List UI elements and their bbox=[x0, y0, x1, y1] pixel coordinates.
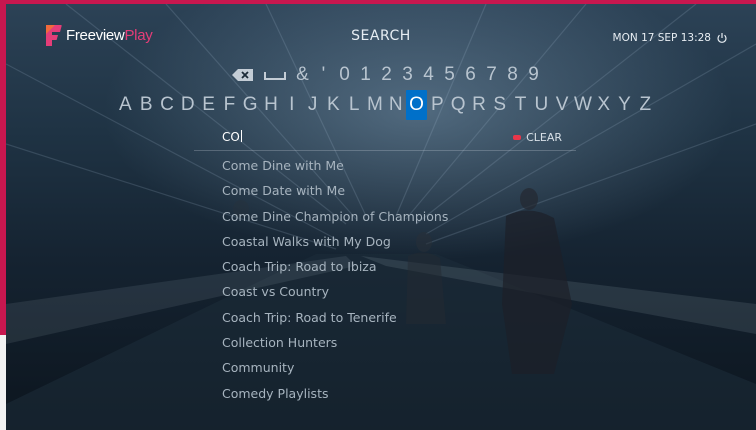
search-result-item[interactable]: Community bbox=[222, 357, 522, 382]
key-e[interactable]: E bbox=[198, 90, 219, 120]
clear-label: CLEAR bbox=[526, 131, 562, 144]
clear-button[interactable]: CLEAR bbox=[513, 131, 562, 144]
key-8[interactable]: 6 bbox=[460, 62, 481, 88]
search-result-item[interactable]: Comedy Playlists bbox=[222, 383, 522, 408]
search-result-item[interactable]: Come Date with Me bbox=[222, 180, 522, 205]
power-icon[interactable] bbox=[716, 32, 728, 44]
keyboard-row-letters: ABCDEFGHIJKLMNOPQRSTUVWXYZ bbox=[115, 89, 656, 121]
screen: FreeviewPlay SEARCH MON 17 SEP 13:28 & '… bbox=[6, 4, 756, 430]
key-7[interactable]: 5 bbox=[439, 62, 460, 88]
key-q[interactable]: Q bbox=[448, 90, 469, 120]
key-l[interactable]: L bbox=[344, 90, 365, 120]
key-o[interactable]: O bbox=[406, 90, 427, 120]
search-result-item[interactable]: Coach Trip: Road to Tenerife bbox=[222, 307, 522, 332]
key-10[interactable]: 8 bbox=[502, 62, 523, 88]
key-a[interactable]: A bbox=[115, 90, 136, 120]
search-query: CO bbox=[222, 130, 240, 144]
search-underline bbox=[194, 150, 576, 151]
clock: MON 17 SEP 13:28 bbox=[613, 32, 728, 44]
space-icon bbox=[264, 72, 286, 80]
key-6[interactable]: 4 bbox=[418, 62, 439, 88]
search-result-item[interactable]: Coast vs Country bbox=[222, 281, 522, 306]
backspace-icon bbox=[232, 69, 253, 81]
key-s[interactable]: S bbox=[489, 90, 510, 120]
search-input[interactable]: CO bbox=[222, 130, 242, 144]
key-u[interactable]: U bbox=[531, 90, 552, 120]
key-g[interactable]: G bbox=[240, 90, 261, 120]
key-f[interactable]: F bbox=[219, 90, 240, 120]
key-2[interactable]: 0 bbox=[334, 62, 355, 88]
space-key[interactable] bbox=[258, 62, 292, 88]
key-h[interactable]: H bbox=[261, 90, 282, 120]
key-1[interactable]: ' bbox=[313, 62, 334, 88]
search-result-item[interactable]: Come Dine Champion of Champions bbox=[222, 206, 522, 231]
key-y[interactable]: Y bbox=[614, 90, 635, 120]
key-r[interactable]: R bbox=[469, 90, 490, 120]
key-v[interactable]: V bbox=[552, 90, 573, 120]
key-n[interactable]: N bbox=[385, 90, 406, 120]
search-result-item[interactable]: Coach Trip: Road to Ibiza bbox=[222, 256, 522, 281]
key-i[interactable]: I bbox=[281, 90, 302, 120]
search-bar: CO CLEAR bbox=[194, 126, 576, 151]
key-z[interactable]: Z bbox=[635, 90, 656, 120]
key-k[interactable]: K bbox=[323, 90, 344, 120]
key-t[interactable]: T bbox=[510, 90, 531, 120]
key-4[interactable]: 2 bbox=[376, 62, 397, 88]
key-9[interactable]: 7 bbox=[481, 62, 502, 88]
key-0[interactable]: & bbox=[292, 62, 313, 88]
top-bar: FreeviewPlay SEARCH MON 17 SEP 13:28 bbox=[6, 4, 756, 64]
key-b[interactable]: B bbox=[136, 90, 157, 120]
key-p[interactable]: P bbox=[427, 90, 448, 120]
key-j[interactable]: J bbox=[302, 90, 323, 120]
key-3[interactable]: 1 bbox=[355, 62, 376, 88]
search-result-item[interactable]: Coastal Walks with My Dog bbox=[222, 231, 522, 256]
key-c[interactable]: C bbox=[157, 90, 178, 120]
key-m[interactable]: M bbox=[365, 90, 386, 120]
search-result-item[interactable]: Come Dine with Me bbox=[222, 155, 522, 180]
key-w[interactable]: W bbox=[573, 90, 594, 120]
red-button-icon bbox=[513, 135, 522, 140]
key-11[interactable]: 9 bbox=[523, 62, 544, 88]
date-time: MON 17 SEP 13:28 bbox=[612, 32, 711, 44]
key-5[interactable]: 3 bbox=[397, 62, 418, 88]
key-d[interactable]: D bbox=[177, 90, 198, 120]
backspace-key[interactable] bbox=[228, 62, 258, 88]
text-caret bbox=[240, 130, 242, 142]
keyboard-row-symbols: & ' 0 1 2 3 4 5 6 7 8 9 bbox=[228, 62, 544, 88]
search-result-item[interactable]: Collection Hunters bbox=[222, 332, 522, 357]
key-x[interactable]: X bbox=[593, 90, 614, 120]
search-results-list: Come Dine with Me Come Date with Me Come D… bbox=[222, 155, 522, 408]
